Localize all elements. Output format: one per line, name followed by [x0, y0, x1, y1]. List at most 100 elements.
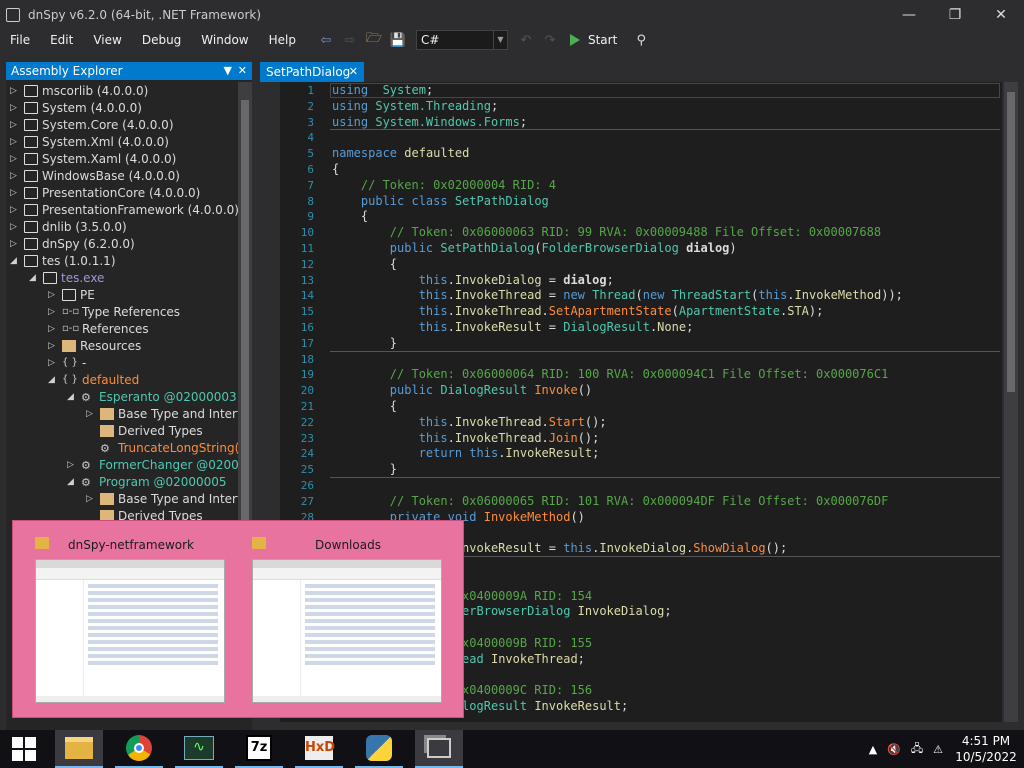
clock[interactable]: 4:51 PM 10/5/2022: [948, 733, 1024, 765]
expand-icon[interactable]: ▷: [67, 460, 79, 470]
expand-icon[interactable]: ▷: [86, 409, 98, 419]
tree-node[interactable]: ▷ Base Type and Interfaces: [86, 405, 238, 422]
navigate-back-icon[interactable]: ⇦: [316, 30, 336, 50]
tree-node[interactable]: ▷ mscorlib (4.0.0.0): [10, 82, 148, 99]
show-hidden-icons-icon[interactable]: ▲: [869, 743, 877, 756]
menu-help[interactable]: Help: [259, 33, 306, 47]
tree-node[interactable]: ▷ WindowsBase (4.0.0.0): [10, 167, 180, 184]
menu-file[interactable]: File: [0, 33, 40, 47]
restore-icon[interactable]: ❐: [932, 0, 978, 30]
line-number: 19: [300, 368, 314, 382]
tree-node[interactable]: ▷ PresentationFramework (4.0.0.0): [10, 201, 238, 218]
start-debug-button[interactable]: Start: [569, 33, 617, 47]
expand-icon[interactable]: ▷: [10, 120, 22, 130]
start-button[interactable]: [0, 730, 48, 768]
tree-node[interactable]: ▷⚙ FormerChanger @02000004: [67, 456, 238, 473]
taskbar-app[interactable]: ∿: [175, 730, 223, 768]
tree-node[interactable]: ▷ System.Core (4.0.0.0): [10, 116, 174, 133]
collapse-icon[interactable]: ◢: [67, 477, 79, 487]
tree-node[interactable]: ▷ System.Xaml (4.0.0.0): [10, 150, 176, 167]
tab-setpathdialog[interactable]: SetPathDialog ✕: [260, 62, 364, 82]
close-tab-icon[interactable]: ✕: [349, 62, 358, 82]
assembly-icon: [24, 237, 38, 250]
expand-icon[interactable]: ▷: [10, 103, 22, 113]
taskbar-app[interactable]: 7z: [235, 730, 283, 768]
menu-window[interactable]: Window: [191, 33, 258, 47]
tree-node[interactable]: ◢ tes.exe: [29, 269, 104, 286]
expand-icon[interactable]: ▷: [10, 137, 22, 147]
tree-node-label: System (4.0.0.0): [42, 100, 142, 115]
menu-edit[interactable]: Edit: [40, 33, 83, 47]
tree-node[interactable]: ▷ dnSpy (6.2.0.0): [10, 235, 135, 252]
language-select[interactable]: C# ▼: [415, 30, 508, 50]
tree-node[interactable]: ◢ ⚙ Esperanto @02000003: [67, 388, 237, 405]
navigate-forward-icon[interactable]: ⇨: [340, 30, 360, 50]
code-token: (): [577, 383, 593, 398]
tree-node[interactable]: ▷ Base Type and Interfaces: [86, 490, 238, 507]
tree-node[interactable]: ▷ System.Xml (4.0.0.0): [10, 133, 169, 150]
expand-icon[interactable]: ▷: [10, 154, 22, 164]
expand-icon[interactable]: ▷: [48, 358, 60, 368]
tree-node[interactable]: ▷ ▫-▫ Type References: [48, 303, 180, 320]
menu-debug[interactable]: Debug: [132, 33, 191, 47]
tree-node[interactable]: Derived Types: [86, 422, 203, 439]
expand-icon[interactable]: ▷: [10, 222, 22, 232]
expand-icon[interactable]: ▷: [48, 307, 60, 317]
editor-scrollbar[interactable]: [1004, 82, 1018, 722]
expand-icon[interactable]: ▷: [86, 494, 98, 504]
tree-node[interactable]: ⚙ TruncateLongString(string, int) : strin…: [86, 439, 238, 456]
code-line: namespace defaulted: [332, 146, 469, 160]
tree-node[interactable]: ▷ ▫-▫ References: [48, 320, 149, 337]
menu-view[interactable]: View: [83, 33, 131, 47]
line-number: 20: [300, 384, 314, 398]
expand-icon[interactable]: ▷: [10, 86, 22, 96]
taskbar-app[interactable]: HxD: [295, 730, 343, 768]
volume-muted-icon[interactable]: 🔇: [887, 743, 901, 756]
expand-icon[interactable]: ▷: [48, 341, 60, 351]
tree-node[interactable]: ▷ PE: [48, 286, 95, 303]
close-icon[interactable]: ✕: [978, 0, 1024, 30]
taskbar-app[interactable]: [115, 730, 163, 768]
save-icon[interactable]: 💾: [388, 30, 408, 50]
references-icon: ▫-▫: [62, 322, 80, 334]
expand-icon[interactable]: ▷: [48, 324, 60, 334]
undo-icon[interactable]: ↶: [516, 30, 536, 50]
expand-icon[interactable]: ▷: [48, 290, 60, 300]
tree-node[interactable]: ▷ PresentationCore (4.0.0.0): [10, 184, 200, 201]
code-line: this.InvokeResult = DialogResult.None;: [332, 320, 694, 334]
collapse-icon[interactable]: ◢: [29, 273, 41, 283]
expand-icon[interactable]: ▷: [10, 171, 22, 181]
search-icon[interactable]: ⚲: [631, 30, 651, 50]
close-pane-icon[interactable]: ✕: [238, 62, 247, 80]
scrollbar-thumb[interactable]: [1007, 92, 1015, 392]
scrollbar-thumb[interactable]: [241, 100, 249, 540]
collapse-icon[interactable]: ◢: [48, 375, 60, 385]
expand-icon[interactable]: ▷: [10, 239, 22, 249]
tree-node[interactable]: ▷ System (4.0.0.0): [10, 99, 142, 116]
open-folder-icon[interactable]: 🗁: [364, 30, 384, 50]
explorer-scrollbar[interactable]: [238, 82, 252, 542]
chevron-down-icon[interactable]: ▼: [224, 62, 232, 80]
window-preview[interactable]: Downloads: [248, 531, 448, 709]
tree-node[interactable]: ◢ tes (1.0.1.1): [10, 252, 116, 269]
redo-icon[interactable]: ↷: [540, 30, 560, 50]
network-icon[interactable]: 🖧: [911, 740, 923, 759]
expand-icon[interactable]: ▷: [10, 205, 22, 215]
tree-node[interactable]: ▷ dnlib (3.5.0.0): [10, 218, 127, 235]
tree-node[interactable]: ◢{ } defaulted: [48, 371, 139, 388]
taskbar-app[interactable]: [415, 730, 463, 768]
collapse-icon[interactable]: ◢: [67, 392, 79, 402]
action-center-icon[interactable]: ⚠: [933, 743, 943, 756]
tree-node[interactable]: ▷ Resources: [48, 337, 141, 354]
taskbar-app[interactable]: [355, 730, 403, 768]
window-preview[interactable]: dnSpy-netframework: [31, 531, 231, 709]
tree-node[interactable]: ◢ ⚙ Program @02000005: [67, 473, 227, 490]
code-token: using: [332, 98, 369, 113]
collapse-icon[interactable]: ◢: [10, 256, 22, 266]
expand-icon[interactable]: ▷: [10, 188, 22, 198]
references-icon: ▫-▫: [62, 305, 80, 317]
taskbar-app[interactable]: [55, 730, 103, 768]
minimize-icon[interactable]: —: [886, 0, 932, 30]
tree-node[interactable]: ▷{ } -: [48, 354, 86, 371]
